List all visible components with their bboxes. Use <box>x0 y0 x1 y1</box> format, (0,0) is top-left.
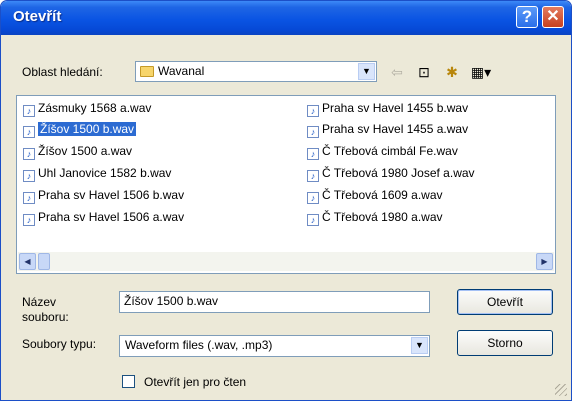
new-folder-icon[interactable]: ✱ <box>441 62 463 82</box>
look-in-combo[interactable]: Wavanal ▼ <box>135 61 377 82</box>
file-name: Praha sv Havel 1506 b.wav <box>38 188 185 202</box>
file-item[interactable]: ♪ Č Třebová cimbál Fe.wav <box>307 143 458 160</box>
file-list[interactable]: ♪ Zásmuky 1568 a.wav ♪ Žíšov 1500 b.wav ♪ Ž… <box>16 95 556 274</box>
audio-file-icon: ♪ <box>23 170 35 182</box>
file-item[interactable]: ♪ Praha sv Havel 1455 a.wav <box>307 121 468 138</box>
filetype-value: Waveform files (.wav, .mp3) <box>125 338 273 352</box>
file-item[interactable]: ♪ Č Třebová 1609 a.wav <box>307 187 443 204</box>
file-name: Žíšov 1500 a.wav <box>38 144 133 158</box>
file-item[interactable]: ♪ Praha sv Havel 1506 b.wav <box>23 187 184 204</box>
file-name: Č Třebová 1609 a.wav <box>322 188 443 202</box>
folder-icon <box>140 66 154 77</box>
audio-file-icon: ♪ <box>307 170 319 182</box>
audio-file-icon: ♪ <box>23 214 35 226</box>
audio-file-icon: ♪ <box>307 126 319 138</box>
filename-label: Název <box>22 295 57 309</box>
file-name: Praha sv Havel 1506 a.wav <box>38 210 185 224</box>
file-item[interactable]: ♪ Praha sv Havel 1455 b.wav <box>307 100 468 117</box>
help-button[interactable]: ? <box>516 6 538 28</box>
file-name: Zásmuky 1568 a.wav <box>38 101 152 115</box>
open-button[interactable]: Otevřít <box>457 289 553 315</box>
back-arrow-icon[interactable]: ⇦ <box>386 62 408 82</box>
close-button[interactable]: ✕ <box>542 6 564 28</box>
filename-input[interactable]: Žíšov 1500 b.wav <box>119 291 430 313</box>
title-bar: Otevřít ? ✕ <box>1 1 571 35</box>
file-item[interactable]: ♪ Č Třebová 1980 a.wav <box>307 209 443 226</box>
audio-file-icon: ♪ <box>307 214 319 226</box>
readonly-label: Otevřít jen pro čten <box>144 375 247 389</box>
file-name: Č Třebová 1980 Josef a.wav <box>322 166 475 180</box>
open-dialog: Otevřít ? ✕ Oblast hledání: Wavanal ▼ ⇦ … <box>0 0 572 401</box>
file-name: Uhl Janovice 1582 b.wav <box>38 166 172 180</box>
scroll-thumb[interactable] <box>38 253 50 270</box>
readonly-checkbox[interactable] <box>122 375 135 388</box>
file-name: Č Třebová 1980 a.wav <box>322 210 443 224</box>
resize-grip-icon[interactable] <box>555 384 567 396</box>
chevron-down-icon[interactable]: ▼ <box>411 337 428 354</box>
filetype-combo[interactable]: Waveform files (.wav, .mp3) ▼ <box>119 335 430 357</box>
audio-file-icon: ♪ <box>307 105 319 117</box>
audio-file-icon: ♪ <box>23 192 35 204</box>
file-item[interactable]: ♪ Zásmuky 1568 a.wav <box>23 100 151 117</box>
audio-file-icon: ♪ <box>23 105 35 117</box>
file-name: Praha sv Havel 1455 b.wav <box>322 101 469 115</box>
window-title: Otevřít <box>13 8 62 25</box>
file-item[interactable]: ♪ Č Třebová 1980 Josef a.wav <box>307 165 475 182</box>
file-name: Č Třebová cimbál Fe.wav <box>322 144 458 158</box>
up-folder-icon[interactable]: ⊡ <box>413 62 435 82</box>
chevron-down-icon[interactable]: ▼ <box>358 63 375 80</box>
horizontal-scrollbar[interactable]: ◀ ▶ <box>18 252 554 271</box>
audio-file-icon: ♪ <box>307 192 319 204</box>
file-item[interactable]: ♪ Žíšov 1500 a.wav <box>23 143 132 160</box>
audio-file-icon: ♪ <box>23 148 35 160</box>
filename-label-line2: souboru: <box>22 310 69 324</box>
scroll-left-icon[interactable]: ◀ <box>19 253 36 270</box>
filetype-label: Soubory typu: <box>22 337 97 351</box>
file-item[interactable]: ♪ Praha sv Havel 1506 a.wav <box>23 209 184 226</box>
look-in-value: Wavanal <box>158 64 205 78</box>
file-item[interactable]: ♪ Uhl Janovice 1582 b.wav <box>23 165 171 182</box>
audio-file-icon: ♪ <box>23 126 35 138</box>
view-menu-icon[interactable]: ▦▾ <box>467 62 495 82</box>
file-name: Žíšov 1500 b.wav <box>38 122 137 136</box>
file-item-selected[interactable]: ♪ Žíšov 1500 b.wav <box>23 121 137 138</box>
look-in-label: Oblast hledání: <box>22 65 103 79</box>
audio-file-icon: ♪ <box>307 148 319 160</box>
cancel-button[interactable]: Storno <box>457 330 553 356</box>
scroll-right-icon[interactable]: ▶ <box>536 253 553 270</box>
file-name: Praha sv Havel 1455 a.wav <box>322 122 469 136</box>
